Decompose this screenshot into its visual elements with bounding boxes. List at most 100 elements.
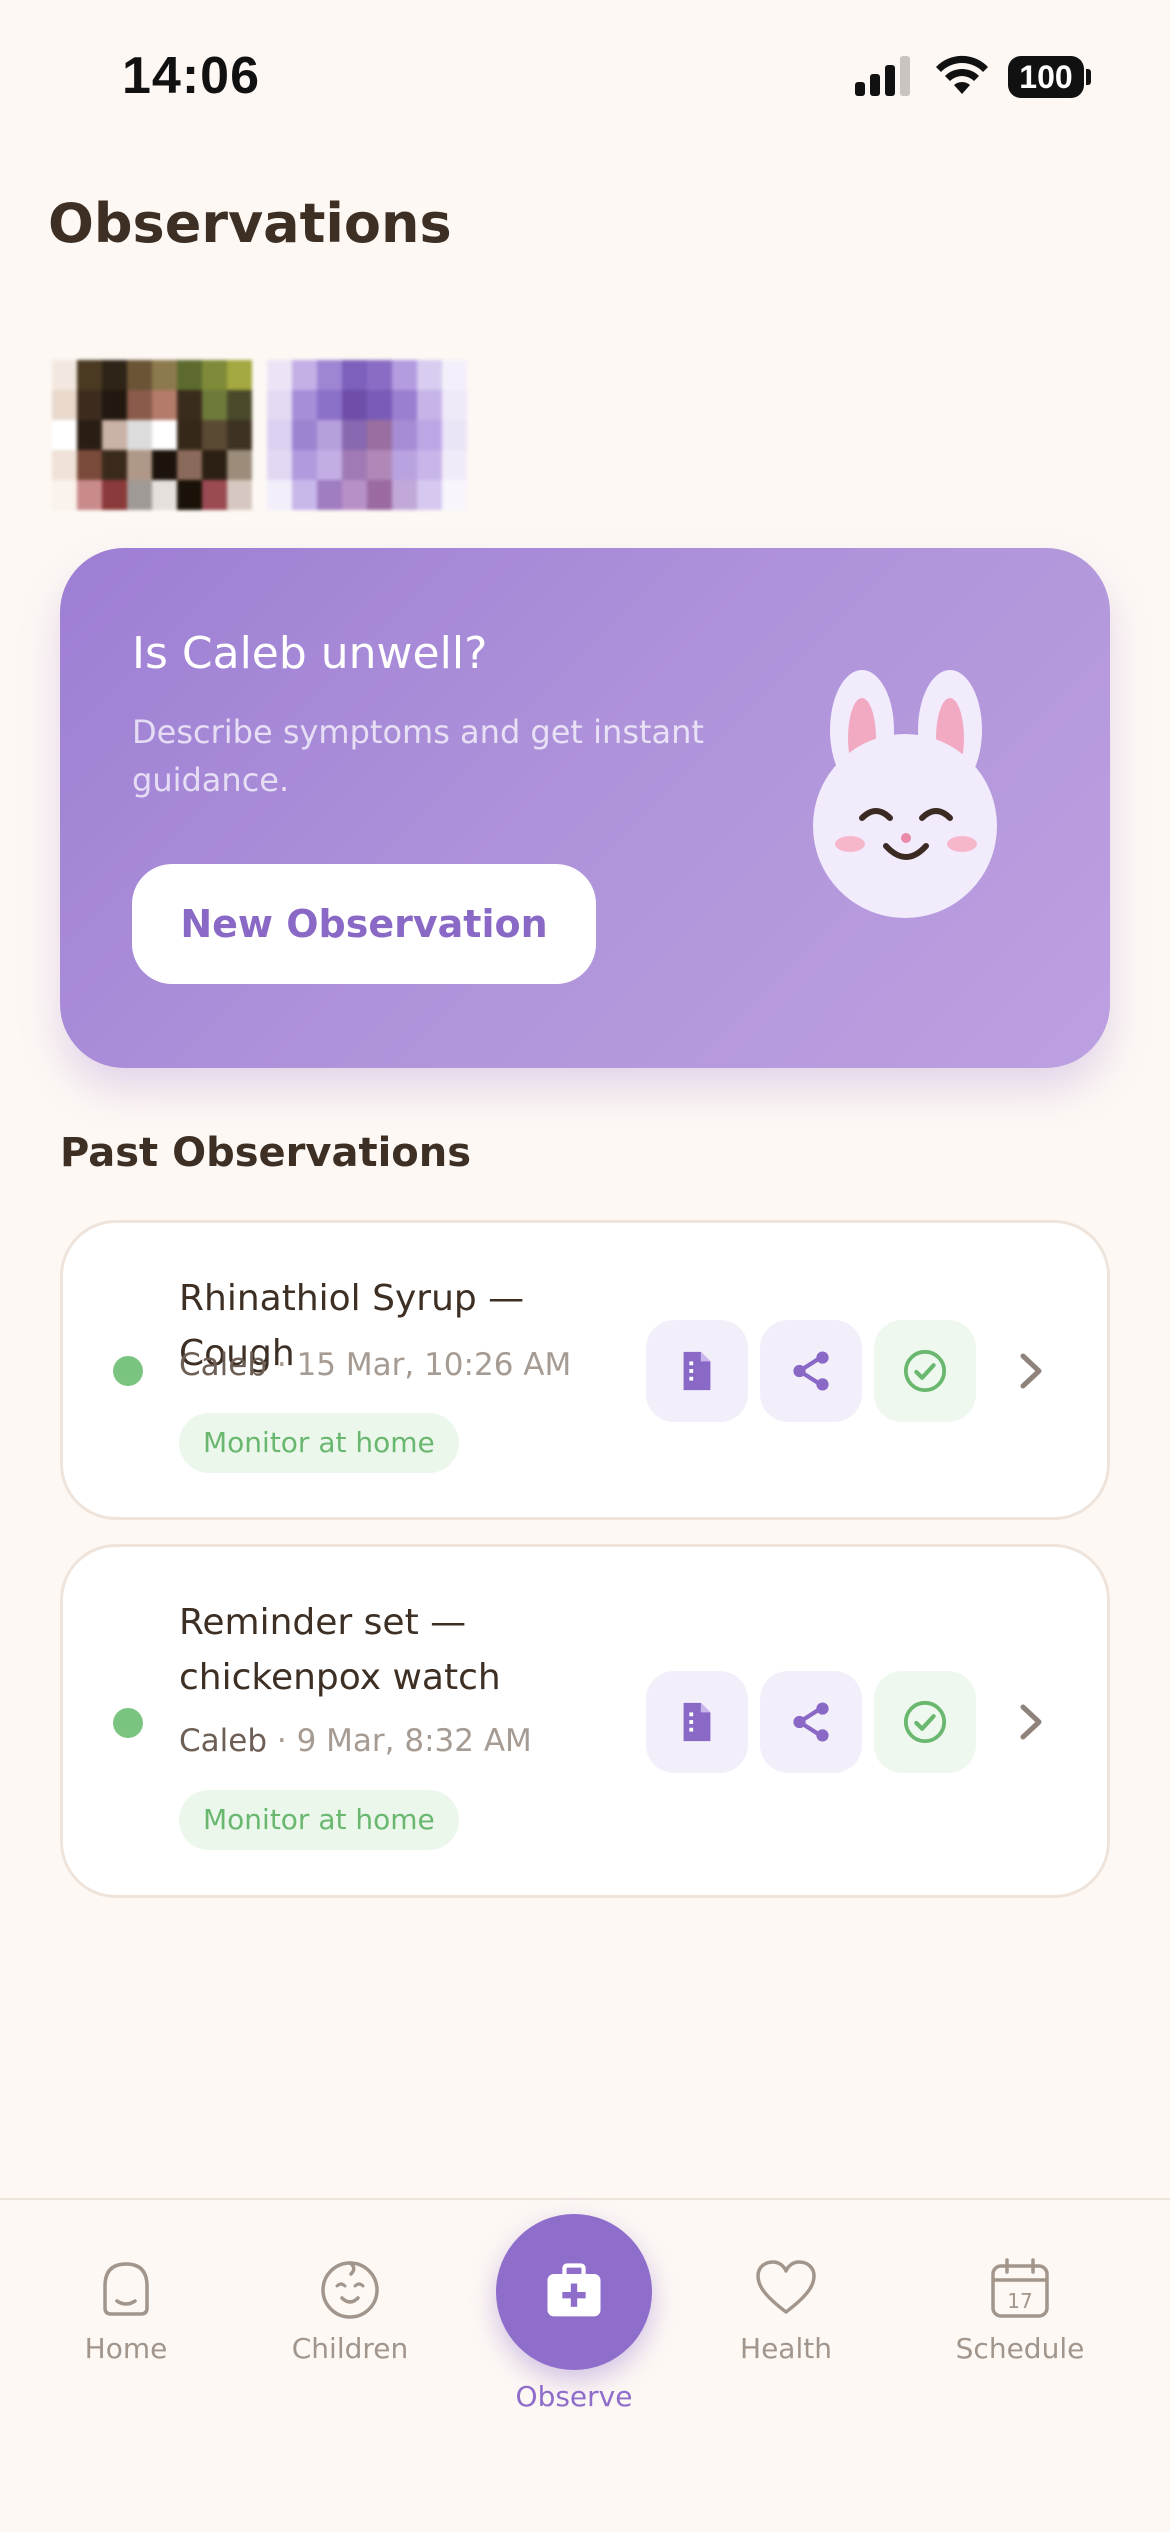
avatar-pixel — [52, 390, 77, 420]
new-observation-button[interactable]: New Observation — [132, 864, 596, 984]
avatar-pixel — [417, 390, 442, 420]
hero-title: Is Caleb unwell? — [132, 628, 488, 679]
observation-child: Caleb — [179, 1347, 268, 1383]
avatar-pixel — [102, 480, 127, 510]
avatar-pixel — [317, 450, 342, 480]
avatar-pixel — [77, 450, 102, 480]
avatar-pixel — [227, 480, 252, 510]
chevron-right-icon[interactable] — [1011, 1697, 1051, 1747]
avatar-pixel — [342, 480, 367, 510]
avatar-pixel — [202, 450, 227, 480]
avatar-pixel — [417, 450, 442, 480]
child-avatar-caleb[interactable] — [52, 360, 252, 510]
calendar-icon: 17 — [991, 2258, 1049, 2318]
avatar-pixel — [392, 390, 417, 420]
avatar-pixel — [392, 360, 417, 390]
avatar-pixel — [127, 450, 152, 480]
avatar-pixel — [227, 420, 252, 450]
avatar-pixel — [392, 420, 417, 450]
avatar-pixel — [417, 420, 442, 450]
heart-icon — [756, 2260, 816, 2314]
avatar-pixel — [392, 480, 417, 510]
observation-card[interactable]: Rhinathiol Syrup — Cough Caleb · 15 Mar,… — [60, 1220, 1110, 1520]
avatar-pixel — [292, 360, 317, 390]
avatar-pixel — [52, 480, 77, 510]
avatar-pixel — [392, 450, 417, 480]
avatar-pixel — [442, 360, 467, 390]
avatar-pixel — [177, 360, 202, 390]
nav-item-observe[interactable] — [496, 2214, 652, 2370]
meta-separator: · — [267, 1723, 297, 1759]
avatar-pixel — [367, 420, 392, 450]
avatar-pixel — [152, 360, 177, 390]
avatar-pixel — [102, 450, 127, 480]
avatar-pixel — [227, 360, 252, 390]
avatar-pixel — [152, 450, 177, 480]
avatar-pixel — [52, 450, 77, 480]
observation-status-tag: Monitor at home — [179, 1413, 459, 1473]
avatar-pixel — [292, 480, 317, 510]
status-dot — [113, 1356, 143, 1386]
calendar-day: 17 — [1007, 2289, 1032, 2313]
avatar-pixel — [342, 420, 367, 450]
observation-status-tag: Monitor at home — [179, 1790, 459, 1850]
chevron-right-icon[interactable] — [1011, 1346, 1051, 1396]
signal-icon — [855, 56, 910, 96]
avatar-pixel — [267, 450, 292, 480]
avatar-pixel — [367, 390, 392, 420]
nav-item-health[interactable]: Health — [696, 2256, 876, 2365]
avatar-pixel — [77, 390, 102, 420]
check-circle-icon — [903, 1349, 947, 1393]
nav-item-children[interactable]: Children — [260, 2256, 440, 2365]
observation-child: Caleb — [179, 1723, 268, 1759]
status-bar: 14:06 100 — [0, 0, 1170, 150]
avatar-pixel — [417, 360, 442, 390]
observation-date: 9 Mar, 8:32 AM — [296, 1723, 532, 1759]
avatar-pixel — [292, 450, 317, 480]
view-report-button[interactable] — [646, 1320, 748, 1422]
page-title: Observations — [48, 192, 452, 255]
avatar-pixel — [292, 390, 317, 420]
avatar-pixel — [267, 480, 292, 510]
status-time: 14:06 — [122, 47, 260, 105]
avatar-pixel — [292, 420, 317, 450]
resolve-button[interactable] — [874, 1320, 976, 1422]
avatar-pixel — [127, 480, 152, 510]
observation-date: 15 Mar, 10:26 AM — [296, 1347, 572, 1383]
avatar-pixel — [317, 480, 342, 510]
avatar-pixel — [127, 390, 152, 420]
avatar-pixel — [177, 450, 202, 480]
medical-kit-icon — [547, 2263, 601, 2317]
avatar-pixel — [442, 390, 467, 420]
observation-card[interactable]: Reminder set — chickenpox watch Caleb · … — [60, 1544, 1110, 1898]
hero-subtitle: Describe symptoms and get instant guidan… — [132, 713, 704, 799]
avatar-pixel — [227, 390, 252, 420]
avatar-pixel — [342, 390, 367, 420]
avatar-pixel — [227, 450, 252, 480]
avatar-pixel — [77, 420, 102, 450]
home-icon — [103, 2262, 149, 2316]
avatar-pixel — [52, 420, 77, 450]
view-report-button[interactable] — [646, 1671, 748, 1773]
share-icon — [793, 1702, 829, 1742]
share-button[interactable] — [760, 1320, 862, 1422]
nav-label-health: Health — [740, 2332, 832, 2365]
avatar-pixel — [442, 420, 467, 450]
avatar-pixel — [442, 480, 467, 510]
avatar-pixel — [127, 360, 152, 390]
resolve-button[interactable] — [874, 1671, 976, 1773]
avatar-pixel — [102, 420, 127, 450]
avatar-pixel — [202, 480, 227, 510]
avatar-pixel — [367, 480, 392, 510]
nav-item-home[interactable]: Home — [36, 2256, 216, 2365]
child-avatar-2[interactable] — [267, 360, 467, 510]
avatar-pixel — [267, 420, 292, 450]
nav-label-home: Home — [84, 2332, 168, 2365]
avatar-pixel — [417, 480, 442, 510]
battery-level: 100 — [1008, 56, 1084, 98]
observation-meta: Caleb · 9 Mar, 8:32 AM — [179, 1723, 532, 1759]
nav-label-children: Children — [291, 2332, 409, 2365]
nav-label-observe: Observe — [515, 2380, 633, 2413]
nav-item-schedule[interactable]: 17 Schedule — [930, 2256, 1110, 2365]
share-button[interactable] — [760, 1671, 862, 1773]
